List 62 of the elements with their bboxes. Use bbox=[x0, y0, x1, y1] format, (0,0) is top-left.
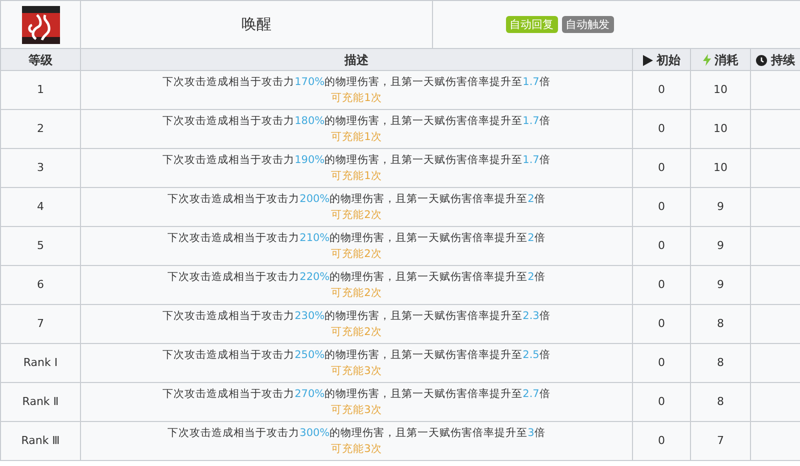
initial-sp: 0 bbox=[658, 200, 665, 213]
charge-text: 可充能2次 bbox=[331, 287, 382, 299]
initial-sp: 0 bbox=[658, 434, 665, 447]
charge-text: 可充能3次 bbox=[331, 365, 382, 377]
sp-cost: 9 bbox=[717, 200, 724, 213]
level-cell: Rank Ⅱ bbox=[22, 394, 59, 408]
sp-cost: 10 bbox=[714, 160, 728, 174]
charge-text: 可充能1次 bbox=[331, 92, 382, 104]
description-text: 下次攻击造成相当于攻击力 200%的物理伤害，且第一天赋伤害倍率提升至2倍 bbox=[166, 192, 546, 207]
charge-text: 可充能3次 bbox=[331, 443, 382, 455]
description-text: 下次攻击造成相当于攻击力 180%的物理伤害，且第一天赋伤害倍率提升至1.7倍 bbox=[162, 114, 552, 129]
column-header: 持续 bbox=[771, 52, 795, 66]
description-text: 下次攻击造成相当于攻击力 170%的物理伤害，且第一天赋伤害倍率提升至1.7倍 bbox=[162, 75, 552, 90]
description-text: 下次攻击造成相当于攻击力 270%的物理伤害，且第一天赋伤害倍率提升至2.7倍 bbox=[162, 387, 552, 402]
sp-cost: 10 bbox=[714, 82, 728, 96]
level-cell: 3 bbox=[37, 160, 44, 174]
level-cell: 2 bbox=[37, 122, 44, 135]
charge-text: 可充能1次 bbox=[331, 170, 382, 182]
level-cell: 1 bbox=[37, 82, 44, 96]
charge-text: 可充能2次 bbox=[331, 209, 382, 221]
description-text: 下次攻击造成相当于攻击力 210%的物理伤害，且第一天赋伤害倍率提升至2倍 bbox=[166, 231, 546, 246]
initial-sp: 0 bbox=[658, 82, 665, 96]
clock-icon bbox=[756, 54, 767, 66]
column-header: 描述 bbox=[344, 52, 368, 66]
tag: 自动触发 bbox=[562, 16, 614, 33]
skill-icon bbox=[22, 6, 60, 44]
description-text: 下次攻击造成相当于攻击力 220%的物理伤害，且第一天赋伤害倍率提升至2倍 bbox=[166, 270, 546, 285]
column-header: 初始 bbox=[656, 52, 680, 66]
description-text: 下次攻击造成相当于攻击力 190%的物理伤害，且第一天赋伤害倍率提升至1.7倍 bbox=[162, 153, 552, 168]
charge-text: 可充能3次 bbox=[331, 404, 382, 416]
sp-cost: 8 bbox=[717, 316, 724, 330]
initial-sp: 0 bbox=[658, 160, 665, 174]
initial-sp: 0 bbox=[658, 238, 665, 252]
sp-cost: 8 bbox=[717, 394, 724, 408]
level-cell: 4 bbox=[37, 200, 44, 213]
tag: 自动回复 bbox=[506, 16, 558, 33]
charge-text: 可充能2次 bbox=[331, 248, 382, 260]
sp-cost: 9 bbox=[717, 238, 724, 252]
initial-sp: 0 bbox=[658, 122, 665, 135]
description-text: 下次攻击造成相当于攻击力 300%的物理伤害，且第一天赋伤害倍率提升至3倍 bbox=[166, 426, 546, 441]
play-icon bbox=[642, 54, 652, 66]
level-cell: 5 bbox=[37, 238, 44, 252]
sp-cost: 7 bbox=[717, 434, 724, 447]
sp-cost: 8 bbox=[717, 356, 724, 369]
charge-text: 可充能2次 bbox=[331, 326, 382, 338]
lightning-icon bbox=[702, 54, 710, 66]
sp-cost: 9 bbox=[717, 278, 724, 291]
level-cell: 7 bbox=[37, 316, 44, 330]
initial-sp: 0 bbox=[658, 394, 665, 408]
column-header: 等级 bbox=[28, 52, 52, 66]
level-cell: 6 bbox=[37, 278, 44, 291]
level-cell: Rank Ⅲ bbox=[21, 434, 60, 447]
initial-sp: 0 bbox=[658, 278, 665, 291]
initial-sp: 0 bbox=[658, 316, 665, 330]
level-cell: Rank Ⅰ bbox=[23, 356, 58, 369]
charge-text: 可充能1次 bbox=[331, 131, 382, 143]
column-header: 消耗 bbox=[714, 52, 738, 66]
description-text: 下次攻击造成相当于攻击力 250%的物理伤害，且第一天赋伤害倍率提升至2.5倍 bbox=[162, 348, 552, 363]
description-text: 下次攻击造成相当于攻击力 230%的物理伤害，且第一天赋伤害倍率提升至2.3倍 bbox=[162, 309, 552, 324]
initial-sp: 0 bbox=[658, 356, 665, 369]
sp-cost: 10 bbox=[714, 122, 728, 135]
skill-name: 唤醒 bbox=[242, 15, 272, 34]
